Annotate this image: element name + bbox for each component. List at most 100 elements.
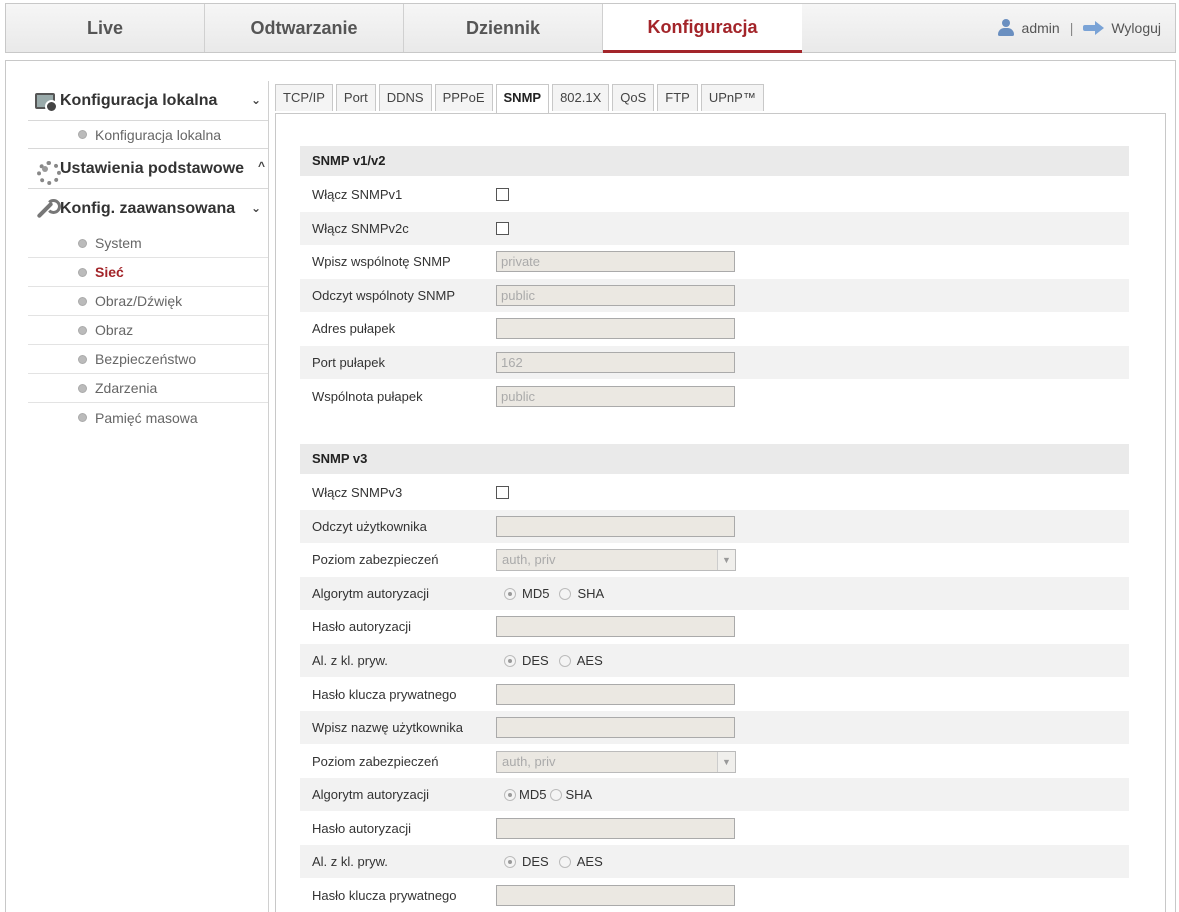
sidebar-item-network[interactable]: Sieć [28,258,269,287]
read-security-level-select[interactable]: auth, priv ▼ [496,548,736,571]
row-write-user: Wpisz nazwę użytkownika [300,711,1129,744]
sidebar-item-label: Sieć [95,264,124,280]
sidebar-group-label: Konfiguracja lokalna [60,91,218,109]
write-sha-option[interactable]: SHA [550,787,592,802]
sidebar-group-label: Ustawienia podstawowe [60,159,245,177]
radio-md5[interactable] [504,788,516,801]
chevron-down-icon[interactable]: ⌄ [251,201,261,215]
sidebar-item-video-audio[interactable]: Obraz/Dźwięk [28,287,269,316]
enable-v2c-label: Włącz SNMPv2c [312,221,409,236]
enable-v1-label: Włącz SNMPv1 [312,187,403,202]
sidebar-item-label: Obraz [95,322,134,338]
radio-aes[interactable] [558,855,571,868]
tab-8021x[interactable]: 802.1X [552,84,610,111]
sidebar-divider [268,81,269,912]
read-community-label: Odczyt wspólnoty SNMP [312,288,456,303]
write-user-label: Wpisz nazwę użytkownika [312,720,463,735]
row-trap-address: Adres pułapek [300,312,1129,345]
sidebar-item-storage[interactable]: Pamięć masowa [28,403,269,432]
priv-key-label: Hasło klucza prywatnego [312,888,457,903]
tab-ddns[interactable]: DDNS [378,84,432,111]
tab-live[interactable]: Live [6,4,205,52]
trap-port-input[interactable]: 162 [496,352,735,373]
write-security-level-select[interactable]: auth, priv ▼ [496,750,736,773]
row-read-priv-algo: Al. z kl. pryw. DES AES [300,644,1129,677]
write-aes-option[interactable]: AES [558,854,603,869]
network-tabs: TCP/IP Port DDNS PPPoE SNMP 802.1X QoS F… [275,84,767,113]
tab-pppoe[interactable]: PPPoE [434,84,493,111]
tab-tcpip[interactable]: TCP/IP [275,84,333,111]
tab-ftp[interactable]: FTP [657,84,698,111]
read-md5-option[interactable]: MD5 [504,586,549,601]
security-level-label: Poziom zabezpieczeń [312,552,439,567]
logout-icon[interactable] [1083,21,1105,35]
sidebar-item-events[interactable]: Zdarzenia [28,374,269,403]
row-write-priv-key: Hasło klucza prywatnego [300,879,1129,912]
sidebar-item-label: Obraz/Dźwięk [95,293,183,309]
sidebar-item-label: Pamięć masowa [95,409,198,426]
trap-port-label: Port pułapek [312,355,385,370]
write-priv-key-input[interactable] [496,885,735,906]
sidebar-group-local[interactable]: Konfiguracja lokalna ⌄ [28,81,269,121]
read-user-input[interactable] [496,516,735,537]
tab-configuration[interactable]: Konfiguracja [603,4,802,53]
write-auth-pass-input[interactable] [496,818,735,839]
write-user-input[interactable] [496,717,735,738]
radio-des[interactable] [504,855,516,868]
gear-icon [34,158,61,185]
user-area: admin | Wyloguj [996,4,1161,52]
sidebar-group-basic[interactable]: Ustawienia podstawowe ^ [28,149,269,189]
enable-v3-label: Włącz SNMPv3 [312,485,403,500]
read-priv-key-input[interactable] [496,684,735,705]
sidebar-item-local-config[interactable]: Konfiguracja lokalna [28,121,269,149]
trap-address-label: Adres pułapek [312,321,396,336]
tab-playback[interactable]: Odtwarzanie [205,4,404,52]
sidebar-item-image[interactable]: Obraz [28,316,269,345]
read-sha-option[interactable]: SHA [559,586,604,601]
tab-snmp[interactable]: SNMP [495,84,550,113]
user-separator: | [1069,20,1074,36]
chevron-down-icon[interactable]: ⌄ [251,93,261,107]
radio-sha[interactable] [550,788,563,801]
tab-port[interactable]: Port [335,84,376,111]
tab-qos[interactable]: QoS [612,84,655,111]
logout-link[interactable]: Wyloguj [1111,4,1161,52]
trap-community-input[interactable]: public [496,386,735,407]
write-des-option[interactable]: DES [504,854,549,869]
tab-log[interactable]: Dziennik [404,4,603,52]
sidebar-item-security[interactable]: Bezpieczeństwo [28,345,269,374]
radio-md5[interactable] [504,587,516,600]
auth-algo-label: Algorytm autoryzacji [312,586,430,601]
top-navigation: Live Odtwarzanie Dziennik Konfiguracja a… [5,3,1176,53]
sidebar-item-label: Bezpieczeństwo [95,351,197,367]
row-enable-v2c: Włącz SNMPv2c [300,212,1129,245]
enable-v1-checkbox[interactable] [496,188,509,201]
radio-des[interactable] [504,654,516,667]
chevron-down-icon: ▼ [717,549,735,570]
read-aes-option[interactable]: AES [558,653,603,668]
row-read-priv-key: Hasło klucza prywatnego [300,678,1129,711]
security-level-label: Poziom zabezpieczeń [312,754,439,769]
radio-aes[interactable] [558,654,571,667]
tab-upnp[interactable]: UPnP™ [700,84,764,111]
row-enable-v3: Włącz SNMPv3 [300,476,1129,509]
read-community-input[interactable]: public [496,285,735,306]
enable-v3-checkbox[interactable] [496,486,509,499]
read-des-option[interactable]: DES [504,653,549,668]
chevron-up-icon[interactable]: ^ [258,159,265,173]
radio-sha[interactable] [559,587,572,600]
auth-pass-label: Hasło autoryzacji [312,619,411,634]
enable-v2c-checkbox[interactable] [496,222,509,235]
write-community-input[interactable]: private [496,251,735,272]
sidebar-item-system[interactable]: System [28,229,269,258]
write-md5-option[interactable]: MD5 [504,787,546,802]
trap-address-input[interactable] [496,318,735,339]
wrench-icon [34,198,61,220]
read-auth-pass-input[interactable] [496,616,735,637]
bullet-icon [78,325,87,335]
sidebar: Konfiguracja lokalna ⌄ Konfiguracja loka… [28,81,269,432]
sidebar-group-advanced[interactable]: Konfig. zaawansowana ⌄ [28,189,269,229]
radio-label: MD5 [522,586,550,601]
bullet-icon [78,267,87,277]
row-read-community: Odczyt wspólnoty SNMP public [300,279,1129,312]
